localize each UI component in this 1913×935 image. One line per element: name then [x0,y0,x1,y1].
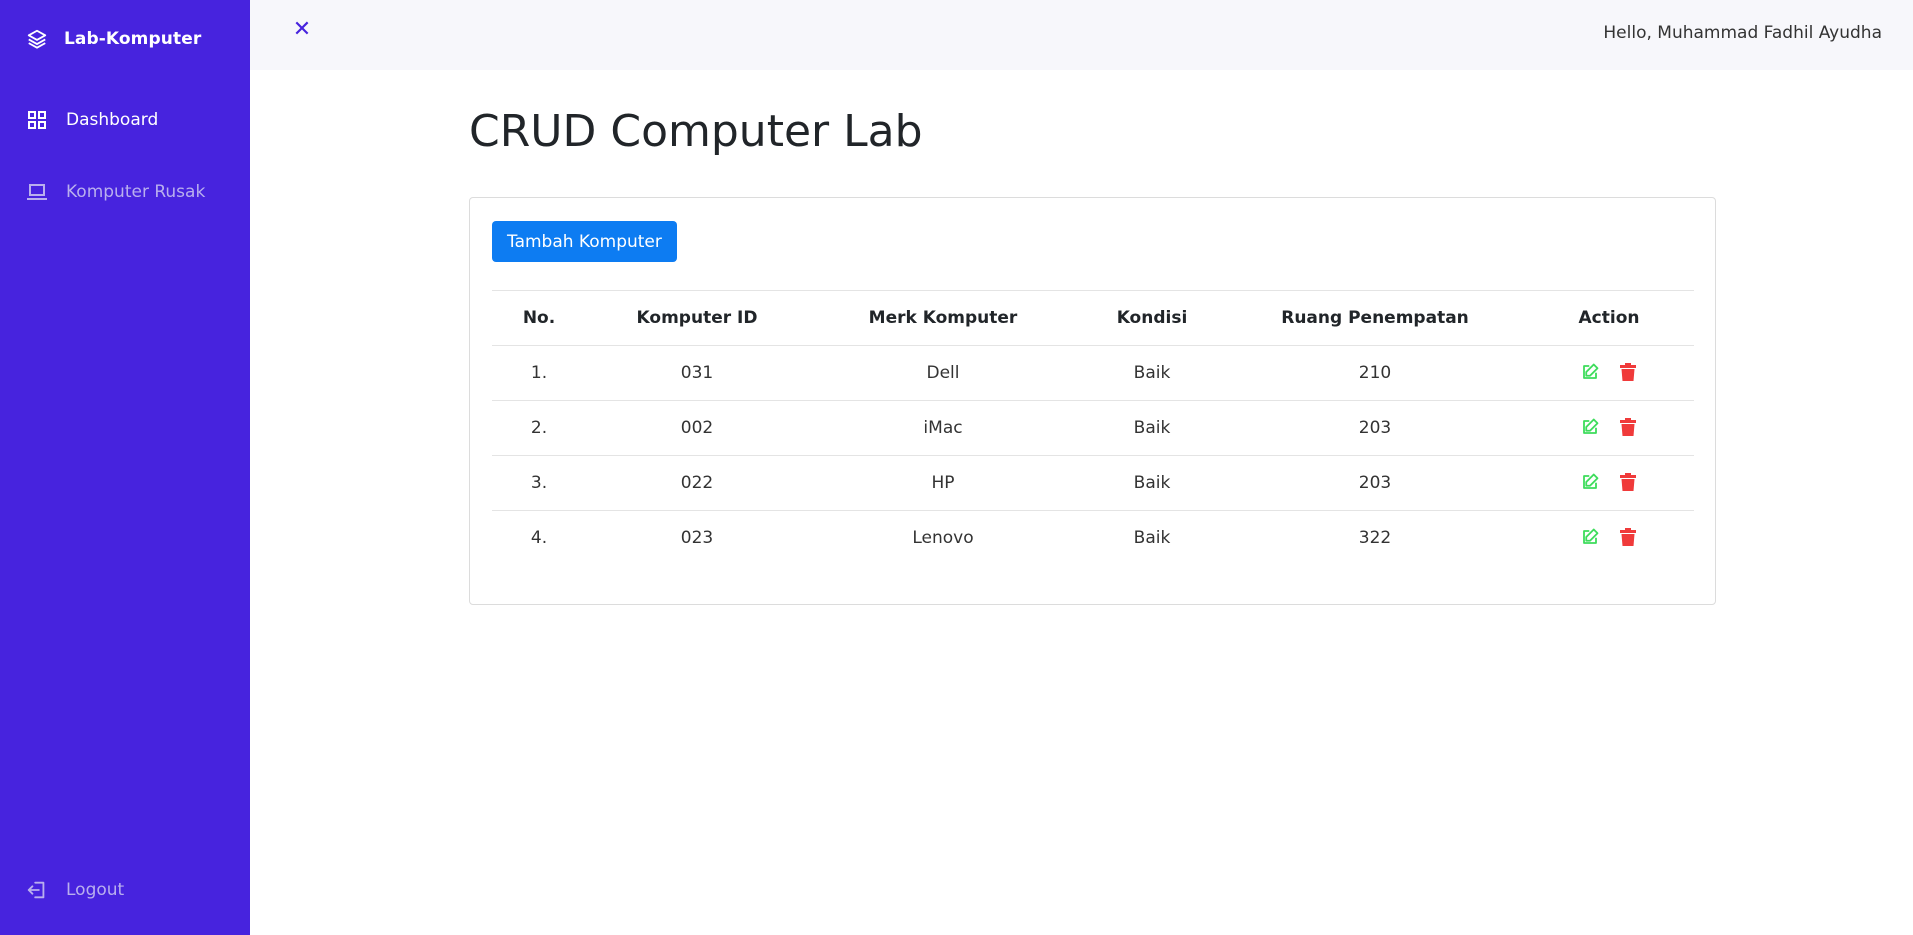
cell-actions [1524,400,1694,456]
cell-id: 031 [586,345,808,401]
column-header-merk: Merk Komputer [808,290,1078,346]
table-header-row: No. Komputer ID Merk Komputer Kondisi Ru… [492,290,1694,346]
topbar: ✕ Hello, Muhammad Fadhil Ayudha [250,0,1913,70]
cell-id: 022 [586,455,808,511]
edit-icon[interactable] [1579,416,1601,438]
delete-icon[interactable] [1617,526,1639,548]
page-title: CRUD Computer Lab [469,106,923,157]
sidebar-item-label: Dashboard [66,110,159,130]
computer-table: No. Komputer ID Merk Komputer Kondisi Ru… [492,290,1694,565]
table-row: 4. 023 Lenovo Baik 322 [492,510,1694,565]
table-row: 3. 022 HP Baik 203 [492,455,1694,511]
close-icon[interactable]: ✕ [290,18,314,42]
cell-id: 002 [586,400,808,456]
edit-icon[interactable] [1579,471,1601,493]
delete-icon[interactable] [1617,471,1639,493]
cell-id: 023 [586,510,808,565]
column-header-kondisi: Kondisi [1078,290,1226,346]
logout-icon [26,879,48,901]
column-header-no: No. [492,290,586,346]
cell-merk: iMac [808,400,1078,456]
cell-ruang: 210 [1226,345,1524,401]
cell-ruang: 203 [1226,400,1524,456]
laptop-icon [26,181,48,203]
cell-no: 3. [492,455,586,511]
cell-actions [1524,345,1694,401]
cell-ruang: 322 [1226,510,1524,565]
cell-merk: Dell [808,345,1078,401]
cell-kondisi: Baik [1078,510,1226,565]
sidebar-item-label: Komputer Rusak [66,182,206,202]
sidebar: Lab-Komputer Dashboard Komputer Rusak Lo… [0,0,250,935]
layers-icon [26,28,48,50]
cell-actions [1524,455,1694,511]
cell-actions [1524,510,1694,565]
sidebar-item-dashboard[interactable]: Dashboard [26,105,158,135]
table-row: 2. 002 iMac Baik 203 [492,400,1694,456]
logout-label: Logout [66,880,125,900]
cell-merk: Lenovo [808,510,1078,565]
cell-no: 2. [492,400,586,456]
column-header-komputer-id: Komputer ID [586,290,808,346]
logout-button[interactable]: Logout [26,875,124,905]
cell-ruang: 203 [1226,455,1524,511]
edit-icon[interactable] [1579,361,1601,383]
edit-icon[interactable] [1579,526,1601,548]
column-header-action: Action [1524,290,1694,346]
delete-icon[interactable] [1617,361,1639,383]
user-greeting: Hello, Muhammad Fadhil Ayudha [1603,23,1882,43]
sidebar-item-komputer-rusak[interactable]: Komputer Rusak [26,177,205,207]
column-header-ruang: Ruang Penempatan [1226,290,1524,346]
cell-kondisi: Baik [1078,400,1226,456]
brand-label: Lab-Komputer [64,29,202,49]
cell-kondisi: Baik [1078,345,1226,401]
cell-no: 4. [492,510,586,565]
add-computer-button[interactable]: Tambah Komputer [492,221,677,262]
cell-no: 1. [492,345,586,401]
computer-table-card: Tambah Komputer No. Komputer ID Merk Kom… [469,197,1716,605]
cell-kondisi: Baik [1078,455,1226,511]
cell-merk: HP [808,455,1078,511]
delete-icon[interactable] [1617,416,1639,438]
table-row: 1. 031 Dell Baik 210 [492,345,1694,401]
grid-icon [26,109,48,131]
brand-link[interactable]: Lab-Komputer [26,24,201,54]
